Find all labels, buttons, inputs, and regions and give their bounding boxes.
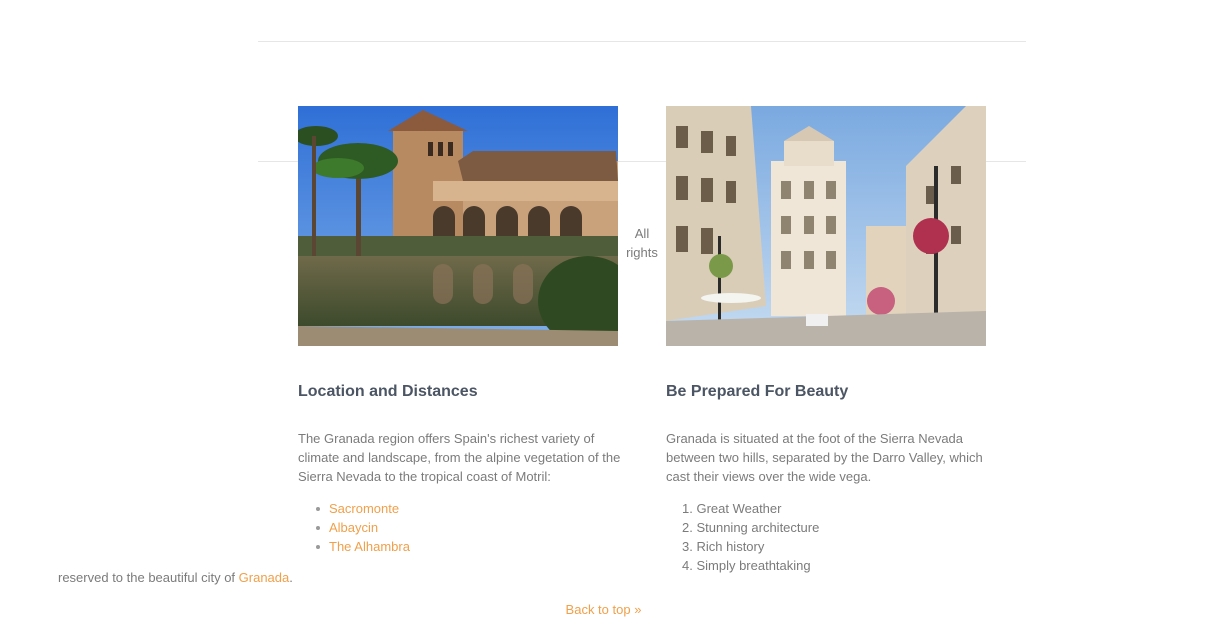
- copyright-fragment: All rights: [626, 226, 658, 260]
- places-list: Sacromonte Albaycin The Alhambra: [298, 499, 410, 556]
- bullet-icon: [316, 526, 320, 530]
- granada-street-photo: [666, 106, 986, 346]
- beauty-heading: Be Prepared For Beauty: [666, 383, 849, 400]
- footer-text: reserved to the beautiful city of: [58, 570, 239, 585]
- alhambra-link[interactable]: The Alhambra: [329, 539, 410, 554]
- beauty-description: Granada is situated at the foot of the S…: [666, 431, 983, 484]
- bullet-icon: [316, 507, 320, 511]
- list-item: 4. Simply breathtaking: [682, 558, 811, 573]
- list-item: Albaycin: [298, 518, 410, 537]
- bullet-icon: [316, 545, 320, 549]
- footer-period: .: [289, 570, 293, 585]
- back-to-top-container: Back to top »: [0, 600, 1207, 619]
- back-to-top-link[interactable]: Back to top »: [566, 602, 642, 617]
- reasons-list: 1. Great Weather 2. Stunning architectur…: [666, 499, 819, 575]
- list-item: 2. Stunning architecture: [682, 520, 820, 535]
- sacromonte-link[interactable]: Sacromonte: [329, 501, 399, 516]
- list-item: Sacromonte: [298, 499, 410, 518]
- albaycin-link[interactable]: Albaycin: [329, 520, 378, 535]
- list-item: 1. Great Weather: [682, 501, 782, 516]
- list-item: The Alhambra: [298, 537, 410, 556]
- list-item: 3. Rich history: [682, 539, 765, 554]
- location-description: The Granada region offers Spain's riches…: [298, 431, 621, 484]
- granada-link[interactable]: Granada: [239, 570, 290, 585]
- alhambra-photo: [298, 106, 618, 346]
- top-divider: [258, 41, 1026, 42]
- location-heading: Location and Distances: [298, 383, 478, 400]
- footer-credit: reserved to the beautiful city of Granad…: [58, 568, 293, 587]
